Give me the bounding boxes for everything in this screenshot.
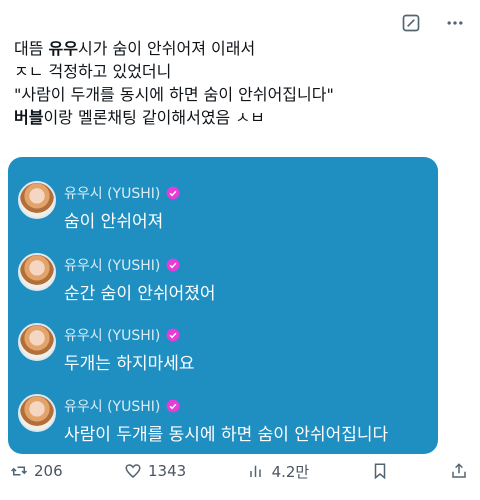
sender-row: 유우시 (YUSHI): [64, 396, 180, 416]
post-line-3-text: "사람이 두개를 동시에 하면 숨이 안쉬어집니다": [14, 85, 334, 104]
message-text: 숨이 안쉬어져: [64, 212, 164, 232]
post-line-4: 버블이랑 멜론채팅 같이해서였음 ㅅㅂ: [14, 107, 460, 129]
verified-badge-icon: [166, 258, 180, 272]
sender-row: 유우시 (YUSHI): [64, 255, 180, 275]
post-line-3: "사람이 두개를 동시에 하면 숨이 안쉬어집니다": [14, 84, 460, 106]
share-button[interactable]: [450, 462, 468, 480]
bookmark-button[interactable]: [371, 462, 389, 480]
retweet-icon: [10, 466, 28, 476]
bookmark-icon: [374, 463, 385, 480]
heart-icon: [125, 464, 141, 478]
verified-badge-icon: [166, 328, 180, 342]
sender-name: 유우시 (YUSHI): [64, 186, 161, 202]
retweet-button[interactable]: 206: [10, 462, 63, 480]
verified-badge-icon: [166, 399, 180, 413]
post-line-4-suffix: 이랑 멜론채팅 같이해서였음 ㅅㅂ: [43, 108, 265, 127]
chat-message: 유우시 (YUSHI) 순간 숨이 안쉬어졌어: [18, 253, 428, 323]
like-button[interactable]: 1343: [124, 462, 186, 480]
chat-message: 유우시 (YUSHI) 두개는 하지마세요: [18, 323, 428, 393]
grok-icon[interactable]: [400, 12, 422, 34]
like-count: 1343: [148, 462, 187, 480]
sender-name: 유우시 (YUSHI): [64, 328, 161, 344]
post-line-1-bold: 유우: [48, 39, 78, 58]
sender-name: 유우시 (YUSHI): [64, 258, 161, 274]
avatar: [18, 323, 56, 361]
verified-badge-icon: [166, 186, 180, 200]
avatar: [18, 181, 56, 219]
post-line-2-text: ㅈㄴ 걱정하고 있었더니: [14, 62, 172, 81]
post-actions: 206 1343 4.2만: [10, 460, 468, 482]
more-icon[interactable]: [444, 12, 466, 34]
sender-row: 유우시 (YUSHI): [64, 183, 180, 203]
chat-screenshot: 유우시 (YUSHI) 숨이 안쉬어져 유우시 (YUSHI) 순간 숨이 안쉬…: [8, 157, 438, 454]
chat-message: 유우시 (YUSHI) 사람이 두개를 동시에 하면 숨이 안쉬어집니다: [18, 394, 428, 454]
sender-row: 유우시 (YUSHI): [64, 325, 180, 345]
retweet-count: 206: [34, 462, 63, 480]
top-actions: [400, 12, 466, 34]
avatar: [18, 394, 56, 432]
message-text: 사람이 두개를 동시에 하면 숨이 안쉬어집니다: [64, 425, 389, 445]
post-text: 대뜸 유우시가 숨이 안쉬어져 이래서 ㅈㄴ 걱정하고 있었더니 "사람이 두개…: [14, 38, 460, 130]
post-line-1-prefix: 대뜸: [14, 39, 49, 58]
chat-message: 유우시 (YUSHI) 숨이 안쉬어져: [18, 181, 428, 251]
post-line-1: 대뜸 유우시가 숨이 안쉬어져 이래서: [14, 38, 460, 60]
post-line-4-bold: 버블: [14, 108, 44, 127]
avatar: [18, 253, 56, 291]
share-icon: [452, 463, 466, 478]
message-text: 순간 숨이 안쉬어졌어: [64, 284, 216, 304]
views-icon: [249, 465, 261, 477]
views-button[interactable]: 4.2만: [248, 461, 310, 482]
post-line-2: ㅈㄴ 걱정하고 있었더니: [14, 61, 460, 83]
post-line-1-suffix: 시가 숨이 안쉬어져 이래서: [77, 39, 256, 58]
message-text: 두개는 하지마세요: [64, 354, 195, 374]
view-count: 4.2만: [271, 462, 310, 481]
sender-name: 유우시 (YUSHI): [64, 399, 161, 415]
